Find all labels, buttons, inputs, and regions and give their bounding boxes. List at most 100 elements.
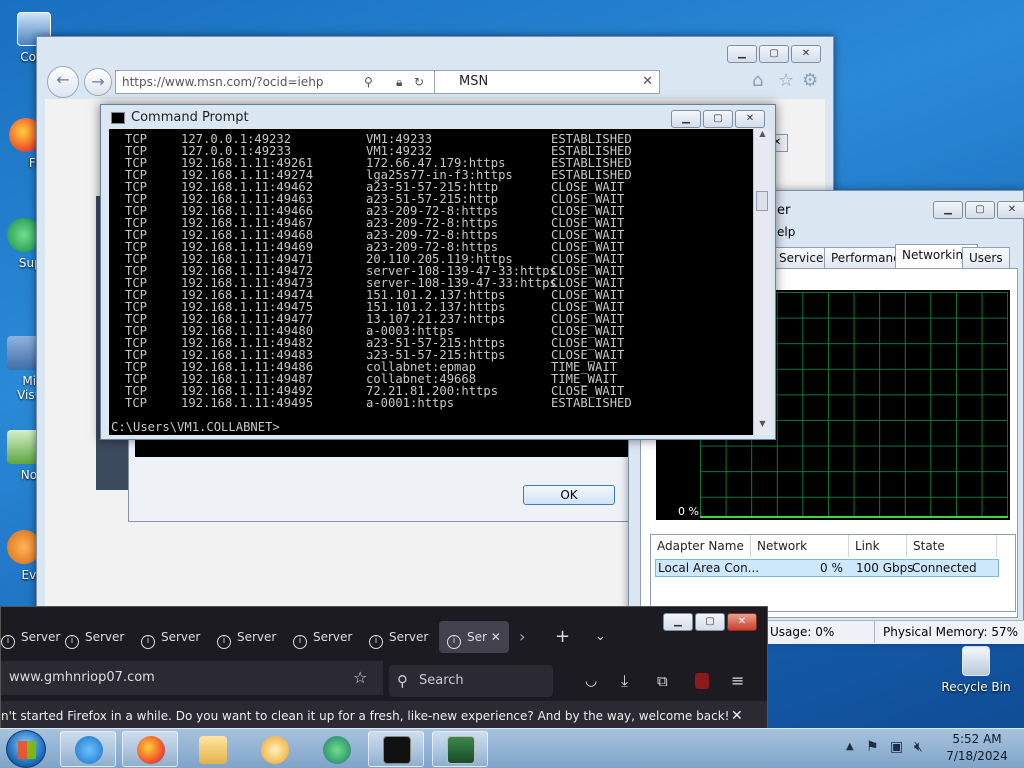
firefox-tab-active[interactable]: i Ser ✕ <box>439 621 509 653</box>
taskbar-cmd[interactable] <box>368 731 424 767</box>
taskbar: ▲ ⚑ ▣ 🔇︎ 5:52 AM 7/18/2024 <box>0 728 1024 768</box>
close-button[interactable]: ✕ <box>735 110 765 128</box>
pocket-icon[interactable]: ◡ <box>585 665 597 697</box>
search-icon: ⚲ <box>397 672 408 690</box>
firefox-search-input[interactable]: ⚲ Search <box>389 665 553 697</box>
minimize-button[interactable]: ▁ <box>663 613 693 631</box>
forward-button[interactable]: → <box>84 68 112 96</box>
start-button[interactable] <box>6 730 46 768</box>
firefox-tab[interactable]: i Server <box>217 621 276 653</box>
back-button[interactable]: ← <box>47 66 79 98</box>
cmd-output[interactable]: TCP 127.0.0.1:49232 VM1:49233 ESTABLISHED TC… <box>109 129 759 435</box>
netstat-row: TCP 192.168.1.11:49495 a-0001:https ESTABLI… <box>111 397 759 409</box>
new-tab-icon[interactable]: + <box>555 621 570 653</box>
home-icon[interactable]: ⌂ <box>752 70 763 91</box>
firefox-tab[interactable]: i Server <box>1 621 60 653</box>
maximize-button[interactable]: ▢ <box>703 110 733 128</box>
ie-tab-msn[interactable]: MSN ✕ <box>434 70 660 94</box>
refresh-icon[interactable]: ↻ <box>414 71 424 93</box>
taskbar-media-player[interactable] <box>246 731 302 767</box>
scroll-down-icon[interactable]: ▼ <box>754 419 771 435</box>
table-row[interactable]: Local Area Con... 0 % 100 Gbps Connected <box>655 559 999 577</box>
cmd-prompt-line[interactable]: C:\Users\VM1.COLLABNET> <box>111 421 759 433</box>
tab-title: MSN <box>459 74 489 89</box>
desktop-icon-label: Recycle Bin <box>941 680 1011 694</box>
address-bar[interactable]: https://www.msn.com/?ocid=iehp ⚲ 🔒︎ ↻ <box>115 70 435 94</box>
close-button[interactable]: ✕ <box>727 613 757 631</box>
firefox-tab[interactable]: i Server <box>369 621 428 653</box>
close-button[interactable]: ✕ <box>791 45 821 63</box>
clock[interactable]: 5:52 AM 7/18/2024 <box>940 731 1014 765</box>
taskbar-app[interactable] <box>308 731 364 767</box>
firefox-notice-bar: n't started Firefox in a while. Do you w… <box>1 701 767 731</box>
taskbar-explorer[interactable] <box>184 731 240 767</box>
ok-button[interactable]: OK <box>523 485 615 505</box>
scroll-up-icon[interactable]: ▲ <box>754 129 771 145</box>
column-state[interactable]: State <box>907 535 997 557</box>
mouse-cursor-icon: ➤ <box>358 344 374 365</box>
close-tab-icon[interactable]: ✕ <box>642 71 653 93</box>
close-button[interactable]: ✕ <box>997 201 1024 219</box>
firefox-icon <box>137 736 165 764</box>
tab-label: Server <box>313 630 353 644</box>
graph-percent-label: 0 % <box>678 505 699 518</box>
netstat-proto: TCP <box>125 396 148 410</box>
maximize-button[interactable]: ▢ <box>759 45 789 63</box>
firefox-tab[interactable]: i Server <box>65 621 124 653</box>
firefox-window[interactable]: i Server i Server i Server i Server i Server i Serv… <box>0 606 768 731</box>
minimize-button[interactable]: ▁ <box>933 201 963 219</box>
tab-scroll-right-icon[interactable]: › <box>519 621 525 653</box>
desktop-icon-recycle-bin[interactable]: Recycle Bin <box>936 646 1016 694</box>
menu-icon[interactable]: ≡ <box>731 665 744 697</box>
clock-date: 7/18/2024 <box>946 749 1008 763</box>
cmd-window-controls: ▁ ▢ ✕ <box>671 110 765 128</box>
cmd-icon <box>383 736 411 764</box>
volume-muted-icon[interactable]: 🔇︎ <box>914 739 923 755</box>
tab-label: Server <box>85 630 125 644</box>
favorites-icon[interactable]: ☆ <box>778 70 794 91</box>
column-adapter-name[interactable]: Adapter Name <box>651 535 751 557</box>
close-notice-icon[interactable]: ✕ <box>731 701 743 731</box>
physical-memory: Physical Memory: 57% <box>874 621 1018 643</box>
taskbar-firefox[interactable] <box>122 731 178 767</box>
url-text: https://www.msn.com/?ocid=iehp <box>122 75 324 89</box>
download-icon[interactable]: ⤓ <box>621 665 628 697</box>
cpu-usage: Usage: 0% <box>770 625 835 639</box>
notice-text: n't started Firefox in a while. Do you w… <box>1 709 730 723</box>
firefox-tab[interactable]: i Server <box>141 621 200 653</box>
menu-help[interactable]: elp <box>777 225 795 239</box>
tab-label: Server <box>161 630 201 644</box>
tab-users[interactable]: Users <box>962 247 1010 269</box>
maximize-button[interactable]: ▢ <box>695 613 725 631</box>
show-hidden-icons[interactable]: ▲ <box>846 741 854 752</box>
cmd-scrollbar[interactable]: ▲ ▼ <box>753 129 771 435</box>
minimize-button[interactable]: ▁ <box>727 45 757 63</box>
tab-label: Ser <box>467 630 487 644</box>
network-icon[interactable]: ▣ <box>890 739 903 755</box>
adapter-utilization: 0 % <box>820 561 843 575</box>
taskbar-ie[interactable] <box>60 731 116 767</box>
column-network-utilization[interactable]: Network Utiliza... <box>751 535 849 575</box>
firefox-url-bar[interactable]: www.gmhnriop07.com ☆ <box>1 661 383 695</box>
settings-icon[interactable]: ⚙ <box>802 70 818 91</box>
command-prompt-window[interactable]: Command Prompt ▁ ▢ ✕ TCP 127.0.0.1:49232 V… <box>100 104 776 440</box>
search-icon[interactable]: ⚲ <box>364 71 373 93</box>
close-tab-icon[interactable]: ✕ <box>487 630 501 644</box>
app-icon <box>323 736 351 764</box>
minimize-button[interactable]: ▁ <box>671 110 701 128</box>
action-center-flag-icon[interactable]: ⚑ <box>866 739 879 755</box>
maximize-button[interactable]: ▢ <box>965 201 995 219</box>
ublock-icon[interactable] <box>695 673 709 689</box>
list-tabs-icon[interactable]: ⌄ <box>595 621 606 653</box>
bookmark-star-icon[interactable]: ☆ <box>353 661 367 695</box>
lock-icon: 🔒︎ <box>396 75 403 89</box>
scroll-thumb[interactable] <box>756 191 768 211</box>
taskbar-task-manager[interactable] <box>432 731 488 767</box>
clock-time: 5:52 AM <box>952 732 1002 746</box>
url-text: www.gmhnriop07.com <box>9 670 155 685</box>
extensions-icon[interactable]: ⧉ <box>657 665 668 697</box>
windows-logo-icon <box>18 741 36 759</box>
column-link-speed[interactable]: Link Sp... <box>849 535 907 575</box>
netstat-foreign-address: a-0001:https <box>366 396 455 410</box>
firefox-tab[interactable]: i Server <box>293 621 352 653</box>
